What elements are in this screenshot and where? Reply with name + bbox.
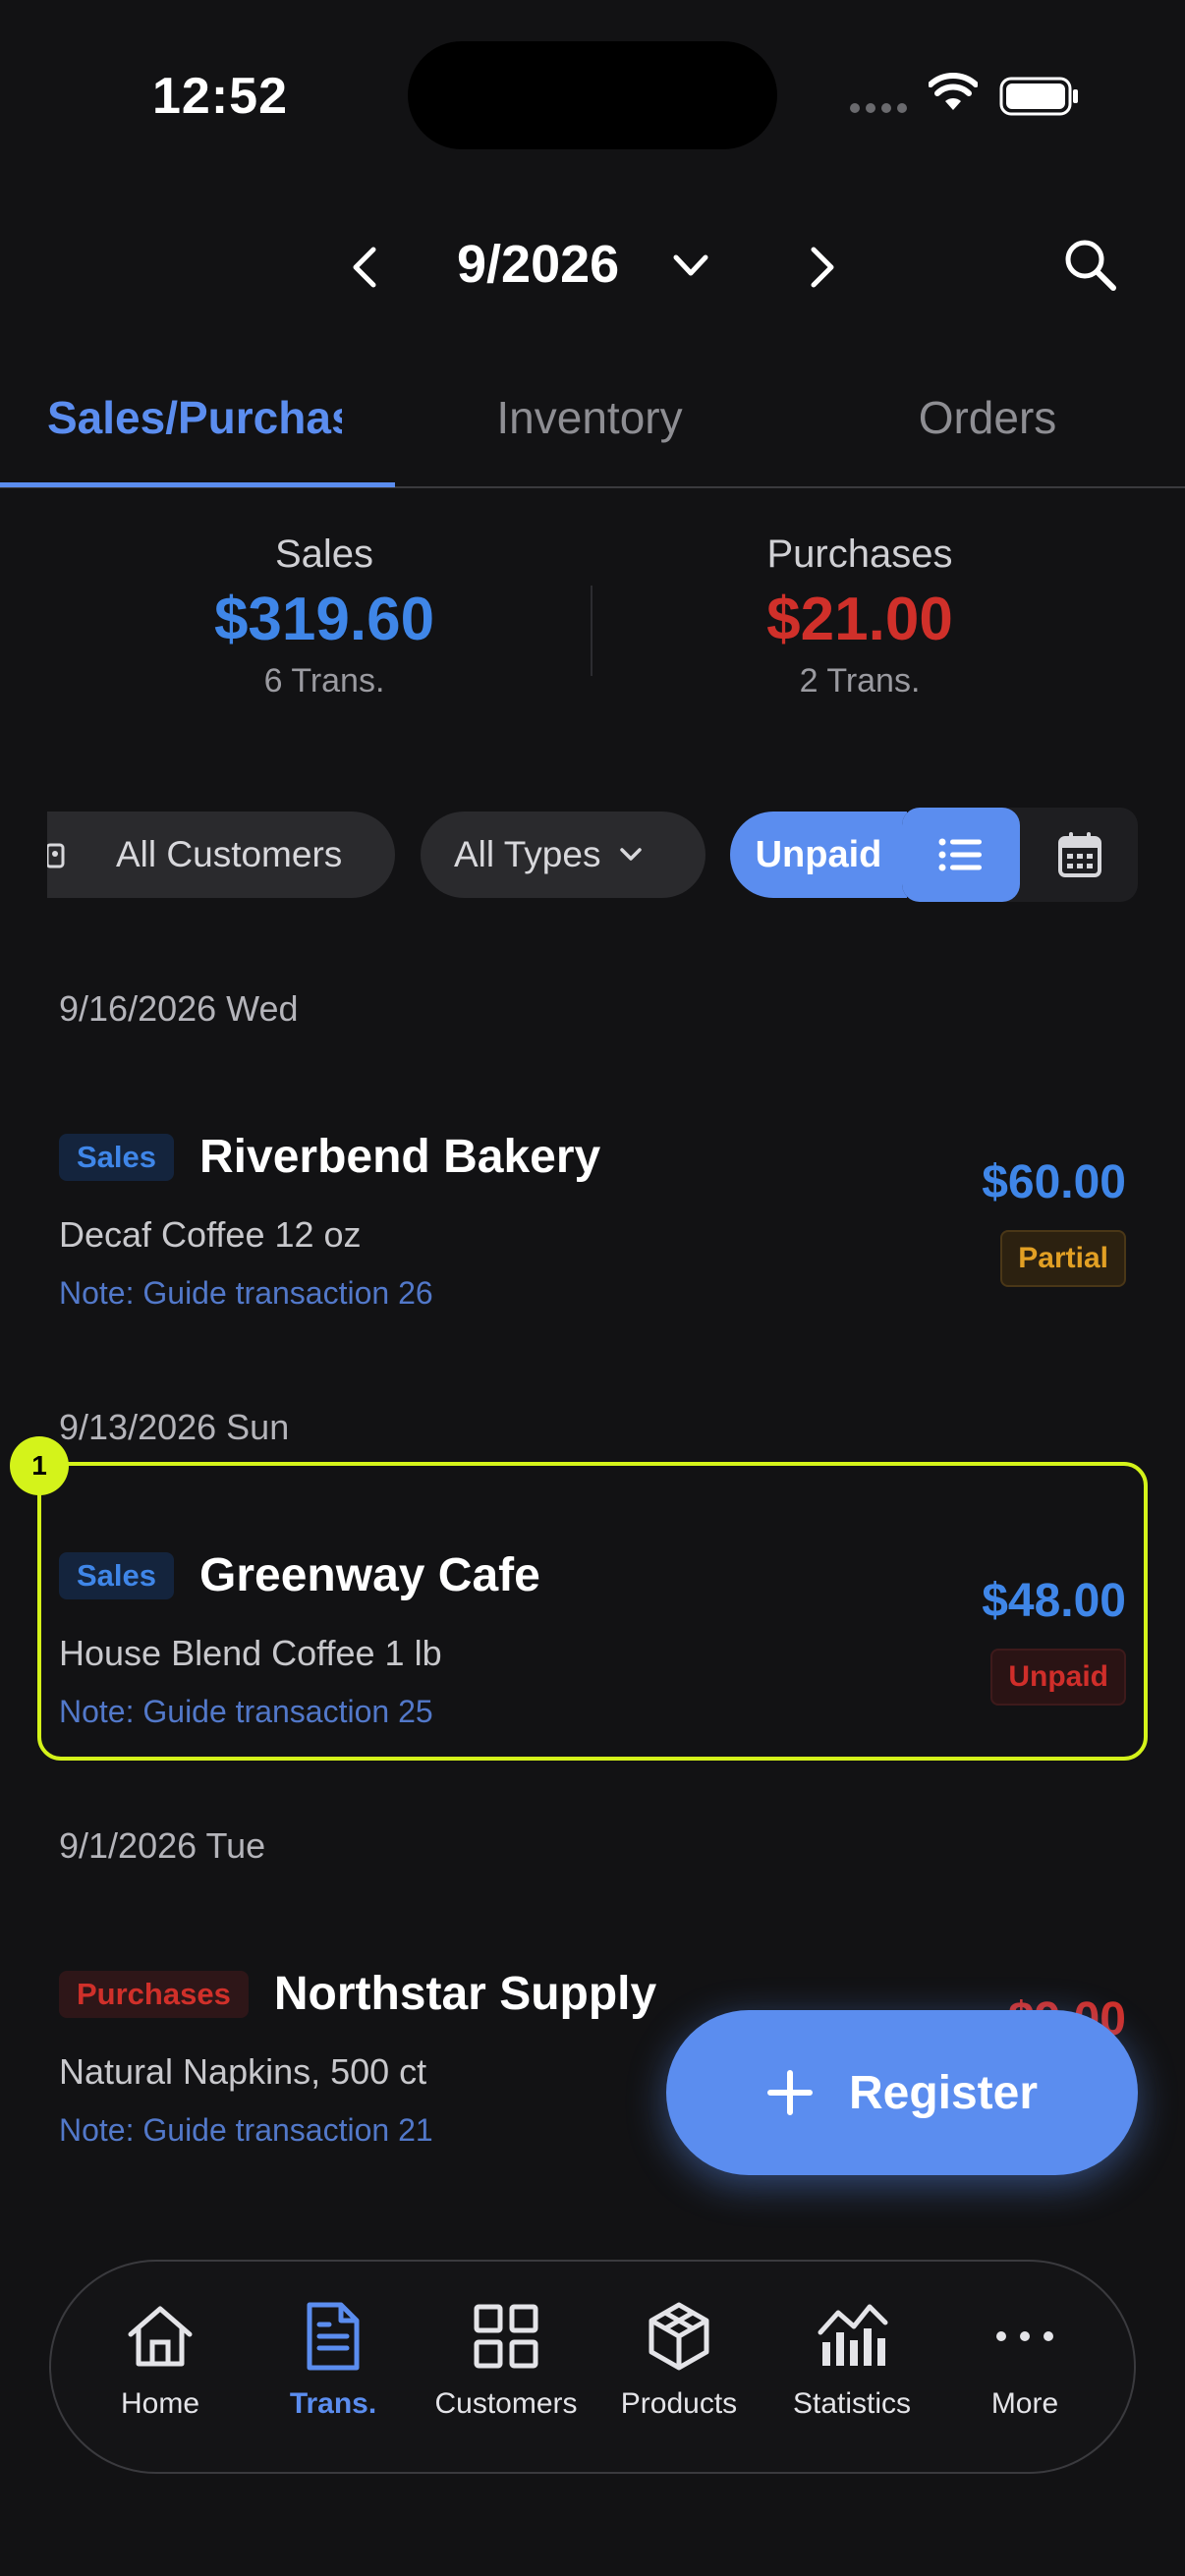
box-icon — [649, 2302, 709, 2371]
purchases-label: Purchases — [766, 532, 953, 576]
date-header: 9/13/2026 Sun — [59, 1407, 290, 1447]
dynamic-island — [408, 41, 777, 149]
nav-products[interactable]: Products — [592, 2299, 765, 2421]
document-icon — [307, 2302, 360, 2371]
sales-total: $319.60 — [213, 586, 435, 653]
calendar-view-button[interactable] — [1057, 831, 1102, 878]
nav-more[interactable]: More — [938, 2299, 1111, 2421]
register-label: Register — [848, 2066, 1039, 2119]
nav-label: Home — [120, 2387, 200, 2420]
date-header: 9/1/2026 Tue — [59, 1825, 266, 1866]
purchases-count: 2 Trans. — [799, 662, 921, 700]
date-header: 9/16/2026 Wed — [59, 988, 299, 1029]
chevron-down-icon[interactable] — [670, 252, 711, 281]
signal-dots-icon — [850, 103, 907, 113]
nav-customers[interactable]: Customers — [420, 2299, 592, 2421]
purchases-summary: Purchases $21.00 2 Trans. — [663, 532, 1056, 700]
search-icon[interactable] — [1061, 236, 1118, 293]
transaction-note: Note: Guide transaction 26 — [59, 1275, 433, 1311]
transaction-type-badge: Sales — [59, 1133, 175, 1181]
battery-icon — [999, 77, 1078, 116]
list-icon — [938, 838, 982, 871]
unpaid-filter-label: Unpaid — [755, 833, 882, 875]
grid-icon — [474, 2304, 538, 2369]
register-button[interactable]: Register — [666, 2010, 1138, 2175]
tab-sales-purchases[interactable]: Sales/Purchases — [47, 383, 342, 452]
nav-label: Statistics — [792, 2387, 912, 2420]
transaction-note: Note: Guide transaction 21 — [59, 2112, 433, 2148]
wifi-icon — [929, 73, 978, 110]
unpaid-filter[interactable]: Unpaid — [730, 812, 907, 898]
transaction-party: Riverbend Bakery — [199, 1131, 601, 1183]
purchases-total: $21.00 — [766, 586, 953, 653]
contacts-icon — [47, 843, 65, 868]
nav-label: More — [990, 2387, 1059, 2420]
nav-label: Customers — [434, 2387, 578, 2420]
nav-label: Products — [620, 2387, 738, 2420]
transaction-row[interactable]: Sales Riverbend Bakery Decaf Coffee 12 o… — [0, 1100, 1185, 1326]
transaction-item: Decaf Coffee 12 oz — [59, 1214, 362, 1255]
tab-orders[interactable]: Orders — [840, 383, 1135, 452]
tab-inventory[interactable]: Inventory — [442, 383, 737, 452]
transaction-party: Northstar Supply — [273, 1968, 657, 2020]
sales-count: 6 Trans. — [263, 662, 385, 700]
active-tab-indicator — [0, 482, 395, 487]
customer-filter[interactable]: All Customers — [47, 812, 395, 898]
types-filter-label: All Types — [454, 834, 601, 874]
more-icon — [996, 2331, 1053, 2341]
nav-statistics[interactable]: Statistics — [765, 2299, 938, 2421]
payment-status-badge: Partial — [1000, 1230, 1126, 1287]
next-month-button[interactable] — [802, 244, 841, 291]
transaction-amount: $60.00 — [982, 1156, 1126, 1208]
chart-icon — [818, 2304, 888, 2366]
highlight-box — [37, 1462, 1148, 1761]
customers-filter-label: All Customers — [116, 834, 343, 874]
type-filter[interactable]: All Types — [421, 812, 705, 898]
nav-trans[interactable]: Trans. — [247, 2299, 420, 2421]
status-time: 12:52 — [152, 68, 288, 125]
nav-label: Trans. — [289, 2387, 377, 2420]
previous-month-button[interactable] — [346, 244, 385, 291]
chevron-down-icon — [620, 848, 643, 861]
highlight-number-badge: 1 — [10, 1436, 69, 1495]
summary-divider — [591, 586, 592, 676]
month-selector[interactable]: 9/2026 — [457, 234, 619, 295]
sales-label: Sales — [274, 532, 374, 576]
transaction-type-badge: Purchases — [59, 1970, 249, 2018]
nav-home[interactable]: Home — [74, 2299, 247, 2421]
list-view-button[interactable] — [902, 808, 1020, 902]
home-icon — [128, 2306, 193, 2367]
plus-icon — [766, 2070, 813, 2115]
transaction-item: Natural Napkins, 500 ct — [59, 2051, 427, 2092]
sales-summary: Sales $319.60 6 Trans. — [128, 532, 521, 700]
